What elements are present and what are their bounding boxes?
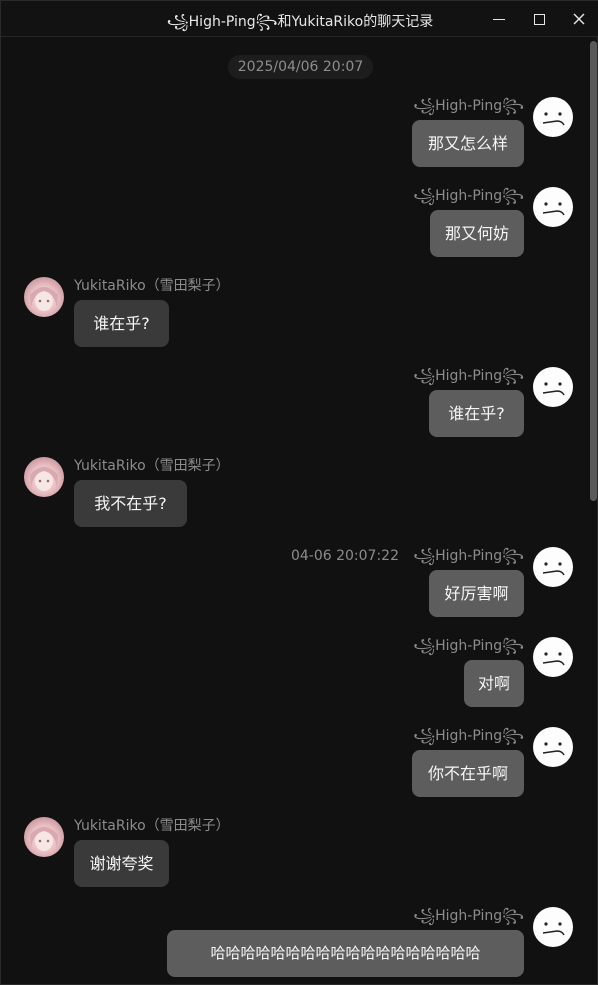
sender-name: ꧁High-Ping꧂ [413, 728, 524, 744]
sender-name: ꧁High-Ping꧂ [413, 368, 524, 384]
sender-name: YukitaRiko（雪田梨子） [74, 458, 230, 474]
sender-name: ꧁High-Ping꧂ [413, 98, 524, 114]
meh-face-avatar-icon[interactable] [533, 97, 573, 137]
maximize-button[interactable] [526, 7, 552, 31]
anime-girl-avatar-icon[interactable] [24, 457, 64, 497]
message-bubble[interactable]: 你不在乎啊 [412, 750, 524, 797]
sender-name: YukitaRiko（雪田梨子） [74, 278, 230, 294]
message-bubble[interactable]: 谢谢夸奖 [74, 840, 169, 887]
message-bubble[interactable]: 谁在乎? [429, 390, 524, 437]
meh-face-avatar-icon[interactable] [533, 727, 573, 767]
maximize-icon [533, 13, 545, 25]
title-bar[interactable]: ꧁High-Ping꧂和YukitaRiko的聊天记录 [1, 1, 598, 37]
scrollbar-thumb[interactable] [590, 41, 597, 501]
sender-name: ꧁High-Ping꧂ [413, 188, 524, 204]
meh-face-avatar-icon[interactable] [533, 637, 573, 677]
message-time: 04-06 20:07:22 [290, 548, 399, 564]
sender-name: ꧁High-Ping꧂ [413, 638, 524, 654]
message-bubble[interactable]: 那又怎么样 [412, 120, 524, 167]
minimize-icon [493, 18, 505, 20]
anime-girl-avatar-icon[interactable] [24, 817, 64, 857]
sender-name: ꧁High-Ping꧂ [413, 548, 524, 564]
anime-girl-avatar-icon[interactable] [24, 277, 64, 317]
meh-face-avatar-icon[interactable] [533, 547, 573, 587]
meh-face-avatar-icon[interactable] [533, 907, 573, 947]
sender-name: YukitaRiko（雪田梨子） [74, 818, 230, 834]
close-button[interactable] [566, 7, 592, 31]
close-icon [573, 13, 585, 25]
timestamp-divider: 2025/04/06 20:07 [228, 55, 373, 79]
message-bubble[interactable]: 好厉害啊 [429, 570, 524, 617]
message-bubble[interactable]: 那又何妨 [430, 210, 524, 257]
message-bubble[interactable]: 哈哈哈哈哈哈哈哈哈哈哈哈哈哈哈哈哈哈 [167, 930, 524, 977]
chat-history-window: ꧁High-Ping꧂和YukitaRiko的聊天记录 2025/04/06 2… [0, 0, 598, 985]
meh-face-avatar-icon[interactable] [533, 367, 573, 407]
sender-name: ꧁High-Ping꧂ [413, 908, 524, 924]
message-bubble[interactable]: 谁在乎? [74, 300, 169, 347]
meh-face-avatar-icon[interactable] [533, 187, 573, 227]
message-bubble[interactable]: 对啊 [464, 660, 524, 707]
message-bubble[interactable]: 我不在乎? [74, 480, 187, 527]
minimize-button[interactable] [486, 7, 512, 31]
